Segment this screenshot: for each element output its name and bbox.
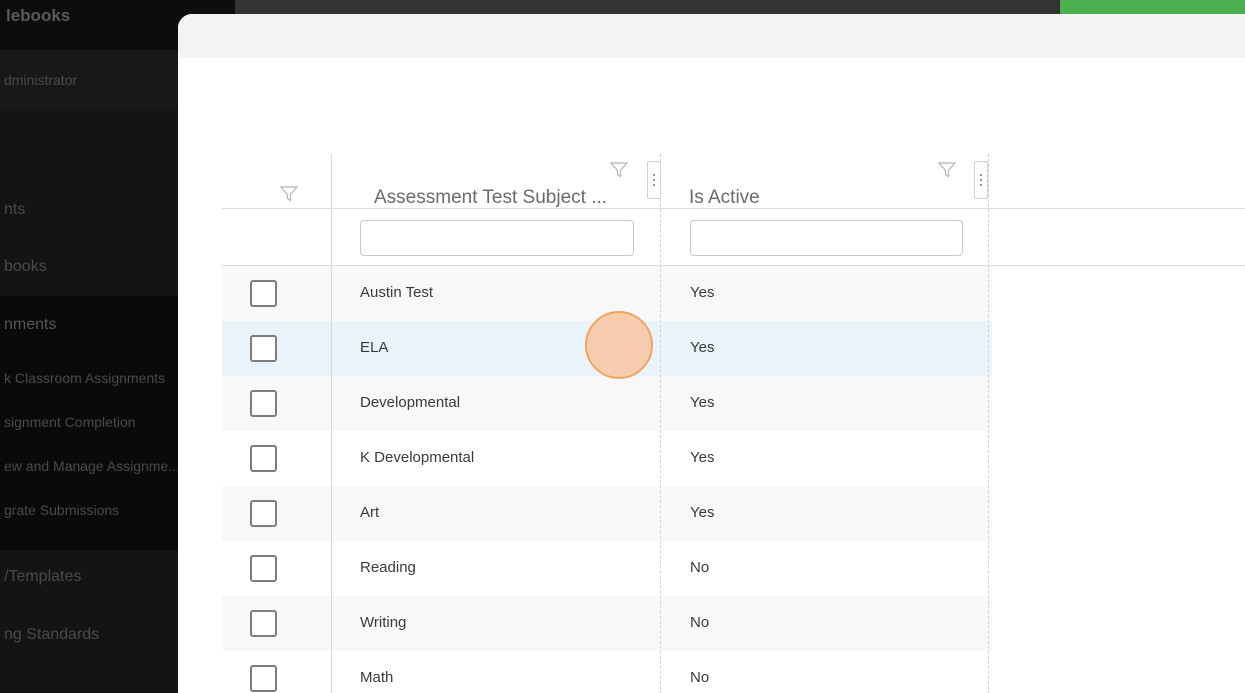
more-vertical-icon (980, 174, 982, 176)
table-row[interactable]: Writing No (222, 596, 992, 651)
cell-subject: Art (360, 504, 380, 521)
row-checkbox[interactable] (250, 665, 277, 692)
more-vertical-icon (653, 174, 655, 176)
sidebar-subitem-assignment-completion[interactable]: signment Completion (4, 414, 136, 430)
row-checkbox[interactable] (250, 555, 277, 582)
sidebar-item-assignments[interactable]: nments (4, 316, 56, 334)
sidebar-title: lebooks (6, 6, 71, 25)
cell-active: Yes (690, 284, 715, 301)
filter-icon[interactable] (280, 186, 298, 202)
row-checkbox[interactable] (250, 280, 277, 307)
table-row[interactable]: Math No (222, 651, 992, 693)
sidebar-item-templates[interactable]: /Templates (4, 568, 81, 586)
row-checkbox[interactable] (250, 610, 277, 637)
table-row[interactable]: Developmental Yes (222, 376, 992, 431)
cell-subject: Writing (360, 614, 407, 631)
table-row[interactable]: K Developmental Yes (222, 431, 992, 486)
row-checkbox[interactable] (250, 390, 277, 417)
cell-subject: K Developmental (360, 449, 475, 466)
sidebar-subitem-migrate-submissions[interactable]: grate Submissions (4, 502, 119, 518)
column-header-active[interactable]: Is Active (689, 187, 760, 209)
cell-active: No (690, 669, 710, 686)
cell-active: Yes (690, 449, 715, 466)
modal-header (178, 14, 1245, 58)
sidebar-item-standards[interactable]: ng Standards (4, 626, 99, 644)
cell-active: No (690, 614, 710, 631)
row-checkbox[interactable] (250, 500, 277, 527)
cell-subject: ELA (360, 339, 389, 356)
cell-subject: Math (360, 669, 394, 686)
column-header-subject[interactable]: Assessment Test Subject ... (374, 187, 607, 209)
column-menu-active[interactable] (974, 161, 988, 199)
filter-icon[interactable] (938, 162, 956, 178)
cell-active: Yes (690, 339, 715, 356)
sidebar-item-students[interactable]: nts (4, 201, 25, 219)
row-checkbox[interactable] (250, 335, 277, 362)
sidebar-subitem-classroom-assignments[interactable]: k Classroom Assignments (4, 370, 165, 386)
sidebar-user-role[interactable]: dministrator (4, 72, 77, 88)
data-grid: Assessment Test Subject ... Is Active Au… (222, 154, 1245, 693)
cell-subject: Developmental (360, 394, 461, 411)
cell-active: Yes (690, 504, 715, 521)
table-row[interactable]: Art Yes (222, 486, 992, 541)
cell-active: No (690, 559, 710, 576)
active-filter-input[interactable] (690, 220, 963, 256)
top-bar (235, 0, 1060, 14)
filter-icon[interactable] (610, 162, 628, 178)
row-checkbox[interactable] (250, 445, 277, 472)
table-row[interactable]: Reading No (222, 541, 992, 596)
sidebar-subitem-manage-assignments[interactable]: ew and Manage Assignme... (4, 458, 180, 474)
grid-header: Assessment Test Subject ... Is Active (222, 154, 1245, 693)
cell-active: Yes (690, 394, 715, 411)
cell-subject: Austin Test (360, 284, 434, 301)
cell-subject: Reading (360, 559, 416, 576)
column-menu-subject[interactable] (647, 161, 661, 199)
sidebar-item-gradebooks[interactable]: books (4, 258, 47, 276)
modal-dialog: Assessment Test Subject ... Is Active Au… (178, 14, 1245, 693)
subject-filter-input[interactable] (360, 220, 634, 256)
click-indicator (585, 311, 653, 379)
